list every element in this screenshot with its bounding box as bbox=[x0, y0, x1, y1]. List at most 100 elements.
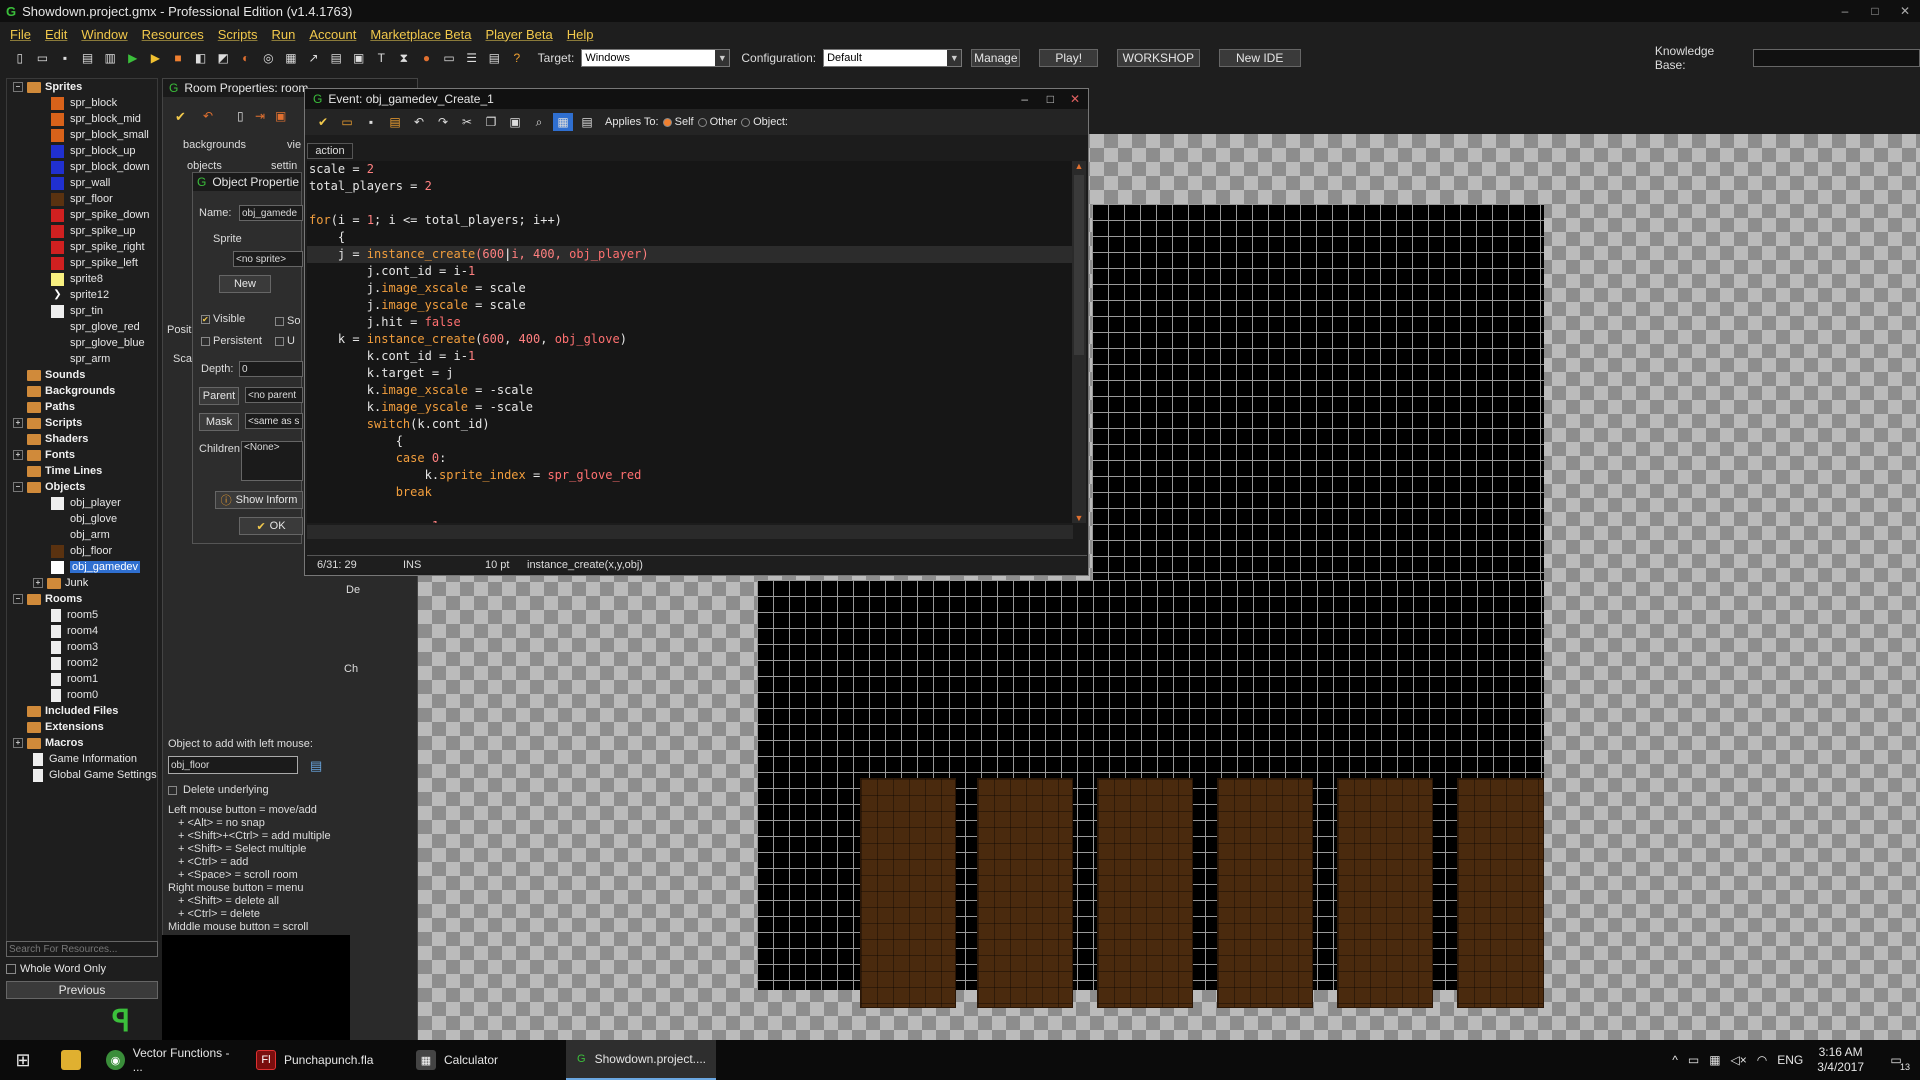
tree-item-sprite[interactable]: ❯ sprite12 bbox=[7, 287, 157, 303]
tree-item-sprite[interactable]: spr_floor bbox=[7, 191, 157, 207]
export-icon[interactable]: ▤ bbox=[78, 49, 98, 67]
menu-resources[interactable]: Resources bbox=[142, 27, 204, 42]
object-icon[interactable]: ● bbox=[417, 49, 437, 67]
delete-underlying-checkbox[interactable]: Delete underlying bbox=[168, 784, 269, 796]
applies-self-radio[interactable]: Self bbox=[662, 116, 694, 128]
undo-icon[interactable]: ↶ bbox=[409, 113, 429, 131]
copy-icon[interactable]: ❐ bbox=[481, 113, 501, 131]
publish-icon[interactable]: ▥ bbox=[100, 49, 120, 67]
tree-item-object[interactable]: obj_glove bbox=[7, 511, 157, 527]
game-info-icon[interactable]: ☰ bbox=[462, 49, 482, 67]
applies-other-radio[interactable]: Other bbox=[697, 116, 737, 128]
workshop-button[interactable]: WORKSHOP bbox=[1117, 49, 1200, 67]
parent-button[interactable]: Parent bbox=[199, 387, 239, 405]
depth-input[interactable]: 0 bbox=[239, 361, 303, 377]
script-icon[interactable]: ▤ bbox=[326, 49, 346, 67]
object-picker-icon[interactable]: ▤ bbox=[310, 758, 322, 774]
play-button[interactable]: Play! bbox=[1039, 49, 1099, 67]
cut-icon[interactable]: ✂ bbox=[457, 113, 477, 131]
collapse-icon[interactable]: – bbox=[13, 594, 23, 604]
menu-run[interactable]: Run bbox=[271, 27, 295, 42]
add-object-select[interactable]: obj_floor bbox=[168, 756, 298, 774]
uses-physics-checkbox[interactable]: U bbox=[275, 335, 295, 347]
font-icon[interactable]: T bbox=[372, 49, 392, 67]
tree-item-sprite[interactable]: spr_spike_up bbox=[7, 223, 157, 239]
tree-item-room[interactable]: room2 bbox=[7, 655, 157, 671]
tree-item-sprite[interactable]: spr_block bbox=[7, 95, 157, 111]
tree-item-sprite[interactable]: spr_spike_down bbox=[7, 207, 157, 223]
tab-action[interactable]: action bbox=[307, 143, 353, 159]
shift-icon[interactable]: ⇥ bbox=[255, 109, 265, 123]
menu-file[interactable]: File bbox=[10, 27, 31, 42]
target-select[interactable]: Windows ▼ bbox=[581, 49, 731, 67]
tree-item-object[interactable]: obj_player bbox=[7, 495, 157, 511]
expand-icon[interactable]: + bbox=[13, 738, 23, 748]
minimize-button[interactable]: – bbox=[1021, 92, 1028, 106]
clock[interactable]: 3:16 AM 3/4/2017 bbox=[1809, 1040, 1872, 1080]
tab-backgrounds[interactable]: backgrounds bbox=[183, 139, 246, 151]
mask-button[interactable]: Mask bbox=[199, 413, 239, 431]
previous-button[interactable]: Previous bbox=[6, 981, 158, 999]
applies-object-radio[interactable]: Object: bbox=[741, 116, 788, 128]
manage-button[interactable]: Manage bbox=[971, 49, 1021, 67]
tree-folder-rooms[interactable]: – Rooms bbox=[7, 591, 157, 607]
code-horizontal-scrollbar[interactable] bbox=[307, 525, 1073, 539]
chevron-up-icon[interactable]: ^ bbox=[1672, 1053, 1678, 1067]
tree-folder-scripts[interactable]: + Scripts bbox=[7, 415, 157, 431]
settings-icon[interactable]: ▤ bbox=[484, 49, 504, 67]
tree-item-sprite[interactable]: spr_glove_blue bbox=[7, 335, 157, 351]
whole-word-checkbox[interactable]: Whole Word Only bbox=[6, 961, 158, 977]
room-grid-upper[interactable] bbox=[1092, 204, 1544, 580]
tree-folder-extensions[interactable]: Extensions bbox=[7, 719, 157, 735]
maximize-button[interactable]: □ bbox=[1860, 0, 1890, 22]
new-file-icon[interactable]: ▯ bbox=[237, 109, 244, 123]
run-icon[interactable]: ▶ bbox=[123, 49, 143, 67]
redo-icon[interactable]: ↷ bbox=[433, 113, 453, 131]
floor-instance[interactable] bbox=[1457, 778, 1544, 1008]
floor-instance[interactable] bbox=[1337, 778, 1433, 1008]
tree-item-sprite[interactable]: spr_block_down bbox=[7, 159, 157, 175]
menu-edit[interactable]: Edit bbox=[45, 27, 67, 42]
search-icon[interactable]: ⌕ bbox=[529, 113, 549, 131]
menu-marketplace[interactable]: Marketplace Beta bbox=[370, 27, 471, 42]
tab-objects[interactable]: objects bbox=[187, 160, 222, 172]
solid-checkbox[interactable]: So bbox=[275, 315, 300, 327]
shader-icon[interactable]: ▣ bbox=[349, 49, 369, 67]
code-vertical-scrollbar[interactable]: ▲ ▼ bbox=[1072, 161, 1086, 523]
start-button[interactable]: ⊞ bbox=[0, 1040, 46, 1080]
tree-folder-included[interactable]: Included Files bbox=[7, 703, 157, 719]
parent-select[interactable]: <no parent bbox=[245, 387, 303, 403]
volume-muted-icon[interactable]: ◁× bbox=[1731, 1053, 1747, 1067]
tree-folder-sprites[interactable]: – Sprites bbox=[7, 79, 157, 95]
tree-folder-paths[interactable]: Paths bbox=[7, 399, 157, 415]
color-icon[interactable]: ▤ bbox=[577, 113, 597, 131]
floor-instance[interactable] bbox=[977, 778, 1073, 1008]
open-icon[interactable]: ▭ bbox=[337, 113, 357, 131]
floor-instance[interactable] bbox=[860, 778, 956, 1008]
menu-scripts[interactable]: Scripts bbox=[218, 27, 258, 42]
clean-icon[interactable]: ◩ bbox=[213, 49, 233, 67]
expand-icon[interactable]: + bbox=[13, 418, 23, 428]
children-list[interactable]: <None> bbox=[241, 441, 303, 481]
tree-folder-backgrounds[interactable]: Backgrounds bbox=[7, 383, 157, 399]
tree-item-room[interactable]: room1 bbox=[7, 671, 157, 687]
tree-item-sprite[interactable]: spr_spike_left bbox=[7, 255, 157, 271]
persistent-checkbox[interactable]: Persistent bbox=[201, 335, 262, 347]
taskbar-item-chrome[interactable]: ◉ Vector Functions - ... bbox=[96, 1040, 246, 1080]
code-text-area[interactable]: scale = 2 total_players = 2 for(i = 1; i… bbox=[307, 161, 1073, 523]
tree-item-sprite[interactable]: sprite8 bbox=[7, 271, 157, 287]
tree-item-room[interactable]: room4 bbox=[7, 623, 157, 639]
menu-player[interactable]: Player Beta bbox=[486, 27, 553, 42]
maximize-button[interactable]: □ bbox=[1047, 92, 1054, 106]
new-ide-button[interactable]: New IDE bbox=[1218, 49, 1301, 67]
new-file-icon[interactable]: ▯ bbox=[10, 49, 30, 67]
tree-folder-sounds[interactable]: Sounds bbox=[7, 367, 157, 383]
mask-select[interactable]: <same as s bbox=[245, 413, 303, 429]
stop-icon[interactable]: ■ bbox=[168, 49, 188, 67]
network-icon[interactable]: ▦ bbox=[1709, 1053, 1720, 1067]
tree-item-room[interactable]: room5 bbox=[7, 607, 157, 623]
close-button[interactable]: ✕ bbox=[1070, 92, 1080, 106]
tree-item-sprite[interactable]: spr_tin bbox=[7, 303, 157, 319]
tree-item-object[interactable]: obj_floor bbox=[7, 543, 157, 559]
tab-settings[interactable]: settin bbox=[271, 160, 297, 172]
